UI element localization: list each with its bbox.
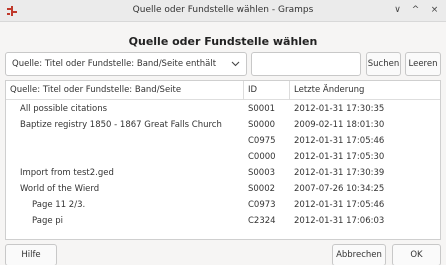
column-header-title[interactable]: Quelle: Titel oder Fundstelle: Band/Seit… <box>10 85 181 95</box>
cell-changed: 2012-01-31 17:06:03 <box>294 216 385 226</box>
cell-id: C2324 <box>248 216 276 226</box>
cell-changed: 2012-01-31 17:30:35 <box>294 104 385 114</box>
filter-combo-value: Quelle: Titel oder Fundstelle: Band/Seit… <box>12 59 217 69</box>
window-title: Quelle oder Fundstelle wählen - Gramps <box>132 5 314 15</box>
table-row[interactable]: C0000 2012-01-31 17:05:30 <box>6 150 440 166</box>
minimize-button[interactable]: ∨ <box>391 3 404 17</box>
cell-changed: 2012-01-31 17:05:46 <box>294 136 385 146</box>
cell-title: Import from test2.ged <box>20 168 114 178</box>
cell-id: S0003 <box>248 168 276 178</box>
column-header-changed[interactable]: Letzte Änderung <box>294 85 364 95</box>
cell-changed: 2007-07-26 10:34:25 <box>294 184 385 194</box>
title-bar: Quelle oder Fundstelle wählen - Gramps ∨… <box>0 0 446 22</box>
cancel-button[interactable]: Abbrechen <box>332 244 386 265</box>
citation-table: Quelle: Titel oder Fundstelle: Band/Seit… <box>5 80 441 240</box>
cell-title: Page 11 2/3. <box>32 200 86 210</box>
close-button[interactable]: × <box>428 3 441 17</box>
clear-button[interactable]: Leeren <box>405 52 441 76</box>
cell-id: S0000 <box>248 120 276 130</box>
cell-changed: 2012-01-31 17:30:39 <box>294 168 385 178</box>
table-row[interactable]: Baptize registry 1850 - 1867 Great Falls… <box>6 118 440 134</box>
cell-title: Page pi <box>32 216 64 226</box>
table-row[interactable]: Page pi C2324 2012-01-31 17:06:03 <box>6 214 440 230</box>
table-row[interactable]: Import from test2.ged S0003 2012-01-31 1… <box>6 166 440 182</box>
cell-id: C0000 <box>248 152 276 162</box>
cell-id: S0002 <box>248 184 276 194</box>
table-header: Quelle: Titel oder Fundstelle: Band/Seit… <box>6 81 440 100</box>
cell-id: S0001 <box>248 104 276 114</box>
cell-title: World of the Wierd <box>20 184 100 194</box>
table-row[interactable]: Page 11 2/3. C0973 2012-01-31 17:05:46 <box>6 198 440 214</box>
help-button[interactable]: Hilfe <box>5 244 57 265</box>
column-header-id[interactable]: ID <box>248 85 257 95</box>
cell-id: C0975 <box>248 136 276 146</box>
cell-title: All possible citations <box>20 104 108 114</box>
cell-changed: 2012-01-31 17:05:30 <box>294 152 385 162</box>
maximize-button[interactable]: ^ <box>409 3 422 17</box>
table-row[interactable]: C0975 2012-01-31 17:05:46 <box>6 134 440 150</box>
filter-combo[interactable]: Quelle: Titel oder Fundstelle: Band/Seit… <box>5 52 247 76</box>
cell-changed: 2009-02-11 18:01:30 <box>294 120 385 130</box>
table-row[interactable]: All possible citations S0001 2012-01-31 … <box>6 102 440 118</box>
search-input[interactable] <box>251 52 361 76</box>
search-button[interactable]: Suchen <box>366 52 401 76</box>
dialog-heading: Quelle oder Fundstelle wählen <box>128 35 318 48</box>
cell-id: C0973 <box>248 200 276 210</box>
table-row[interactable]: World of the Wierd S0002 2007-07-26 10:3… <box>6 182 440 198</box>
ok-button[interactable]: OK <box>392 244 441 265</box>
column-separator <box>289 81 290 100</box>
cell-title: Baptize registry 1850 - 1867 Great Falls… <box>20 120 222 130</box>
chevron-down-icon <box>231 61 240 67</box>
cell-changed: 2012-01-31 17:05:46 <box>294 200 385 210</box>
column-separator <box>243 81 244 100</box>
